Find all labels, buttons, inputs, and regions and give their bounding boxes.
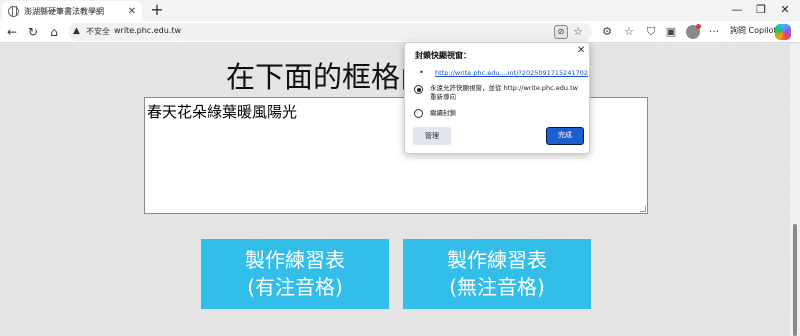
scrollbar-thumb[interactable] [793,224,797,336]
tab-close-icon[interactable]: ✕ [128,6,136,17]
page-title: 在下面的框格內 [226,60,430,94]
warning-icon[interactable]: ▲ [73,26,80,36]
blocked-popup-link[interactable]: http://write.phc.edu....int/?20250917152… [435,69,588,77]
button-line2: (有注音格) [247,275,343,299]
button-line1: 製作練習表 [245,248,345,272]
avatar[interactable] [686,24,701,39]
collections-icon[interactable]: ▣ [662,23,680,41]
tab-strip: 澎湖縣硬筆書法教學網 ✕ + — ❐ ✕ [0,0,800,21]
keep-blocking-radio[interactable] [414,109,423,118]
allow-line2: 重新導向 [430,93,456,101]
address-bar[interactable]: ▲ 不安全 write.phc.edu.tw ⊘ ☆ [68,23,592,41]
maximize-button[interactable]: ❐ [748,0,774,21]
close-icon[interactable]: ✕ [577,45,585,56]
allow-popups-radio[interactable] [414,85,423,94]
popup-blocked-icon[interactable]: ⊘ [554,25,568,39]
back-icon[interactable]: ← [3,23,21,41]
insecure-label[interactable]: 不安全 [86,26,110,37]
minimize-button[interactable]: — [724,0,750,21]
manage-button[interactable]: 管理 [413,127,451,145]
tab-active[interactable]: 澎湖縣硬筆書法教學網 ✕ [2,1,142,21]
reload-icon[interactable]: ↻ [24,23,42,41]
home-icon[interactable]: ⌂ [45,23,63,41]
make-sheet-no-zhuyin-button[interactable]: 製作練習表 (無注音格) [403,239,591,309]
copilot-label[interactable]: 詢問 Copilot [730,25,777,36]
allow-popups-label[interactable]: 永遠允許快顯視窗，並從 http://write.phc.edu.tw 重新導向 [430,84,578,102]
url-text[interactable]: write.phc.edu.tw [114,26,181,35]
button-line2: (無注音格) [449,275,545,299]
keep-blocking-label[interactable]: 繼續封鎖 [430,109,456,118]
textarea-value: 春天花朵綠葉暖風陽光 [147,103,298,121]
globe-icon [8,5,19,17]
tab-title: 澎湖縣硬筆書法教學網 [24,6,104,16]
copilot-icon[interactable] [775,24,791,40]
more-icon[interactable]: ··· [705,23,723,41]
vertical-scrollbar[interactable] [790,44,800,336]
window-close-button[interactable]: ✕ [772,0,798,21]
resize-handle-icon[interactable] [640,206,646,212]
allow-line1: 永遠允許快顯視窗，並從 http://write.phc.edu.tw [430,84,578,92]
popup-blocked-dialog: 封鎖快顯視窗： ✕ • http://write.phc.edu....int/… [404,42,590,154]
button-line1: 製作練習表 [447,248,547,272]
dialog-title: 封鎖快顯視窗： [415,51,471,60]
favorite-star-icon[interactable]: ☆ [573,25,583,38]
address-bar-row: ← ↻ ⌂ ▲ 不安全 write.phc.edu.tw ⊘ ☆ ⚙ ☆ ⛉ ▣… [0,21,800,43]
page-content: 在下面的框格內 春天花朵綠葉暖風陽光 製作練習表 (有注音格) 製作練習表 (無… [0,44,790,336]
shield-icon[interactable]: ⛉ [642,23,660,41]
done-button[interactable]: 完成 [546,127,584,145]
favorites-icon[interactable]: ☆ [620,23,638,41]
new-tab-button[interactable]: + [148,1,166,19]
bullet: • [419,68,424,77]
extensions-icon[interactable]: ⚙ [598,23,616,41]
make-sheet-zhuyin-button[interactable]: 製作練習表 (有注音格) [201,239,389,309]
